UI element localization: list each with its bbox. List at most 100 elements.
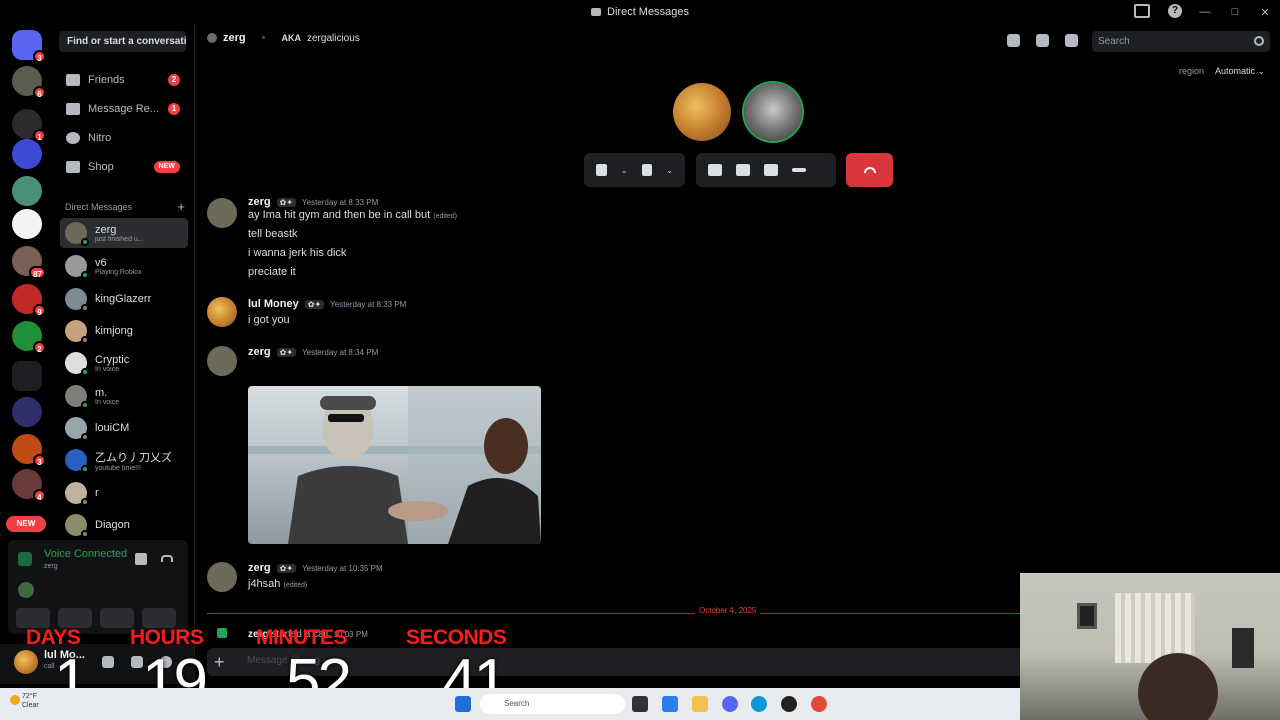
weather-sun-icon: [10, 695, 20, 705]
mute-microphone-icon[interactable]: [102, 656, 114, 668]
disconnect-icon[interactable]: [161, 555, 173, 562]
folder-icon[interactable]: [12, 361, 42, 391]
call-participant-avatar-lul-money[interactable]: [673, 83, 731, 141]
pinned-messages-icon[interactable]: [1007, 34, 1020, 47]
camera-options-chevron-icon[interactable]: ⌄: [666, 166, 673, 175]
mic-options-chevron-icon[interactable]: ⌄: [621, 166, 628, 175]
server-mention-badge: 6: [33, 86, 46, 99]
dm-item[interactable]: m. In voice: [60, 381, 188, 411]
dm-item[interactable]: louiCM: [60, 413, 188, 443]
screen-share-button[interactable]: [58, 608, 92, 628]
server-icon[interactable]: 6: [12, 66, 46, 99]
dm-item[interactable]: kimjong: [60, 316, 188, 346]
message-avatar[interactable]: [207, 346, 237, 376]
header-separator: •: [261, 32, 266, 44]
activities-icon[interactable]: [736, 164, 750, 176]
nav-nitro[interactable]: Nitro: [60, 125, 186, 151]
message-author[interactable]: zerg: [248, 346, 271, 358]
activity-button[interactable]: [100, 608, 134, 628]
noise-suppression-icon[interactable]: [135, 553, 147, 565]
find-conversation-button[interactable]: Find or start a conversation: [59, 31, 186, 52]
dm-name: r: [95, 487, 99, 499]
help-icon[interactable]: ?: [1168, 4, 1182, 18]
soundboard-icon[interactable]: [764, 164, 778, 176]
nav-shop-label: Shop: [88, 161, 114, 173]
store-icon[interactable]: [662, 696, 678, 712]
discord-home-icon[interactable]: 3: [12, 30, 46, 63]
header-actions: [1007, 34, 1078, 47]
friends-count-badge: 2: [168, 74, 180, 86]
more-options-icon[interactable]: [792, 168, 806, 172]
file-explorer-icon[interactable]: [692, 696, 708, 712]
app-icon[interactable]: [781, 696, 797, 712]
signal-icon[interactable]: [18, 552, 32, 566]
search-icon: [1254, 36, 1264, 46]
dm-text: zerg just finished u...: [95, 224, 144, 243]
task-view-icon[interactable]: [632, 696, 648, 712]
create-dm-plus-icon[interactable]: +: [177, 200, 185, 213]
shop-icon: [66, 161, 80, 173]
minimize-button[interactable]: —: [1190, 6, 1220, 18]
message-author[interactable]: zerg: [248, 196, 271, 208]
server-icon[interactable]: 3: [12, 434, 46, 467]
nav-message-requests[interactable]: Message Re... 1: [60, 96, 186, 122]
user-profile-icon[interactable]: [1065, 34, 1078, 47]
server-icon[interactable]: 9: [12, 284, 46, 317]
inbox-icon[interactable]: [1134, 4, 1150, 18]
add-friends-to-dm-icon[interactable]: [1036, 34, 1049, 47]
recipient-name[interactable]: zerg: [223, 32, 246, 44]
dm-status: youtube time!!!: [95, 464, 141, 472]
screen-share-icon[interactable]: [708, 164, 722, 176]
user-status: call: [44, 663, 55, 670]
dm-item[interactable]: Cryptic In voice: [60, 348, 188, 378]
region-select[interactable]: Automatic ⌄: [1215, 66, 1265, 77]
maximize-button[interactable]: □: [1220, 6, 1250, 18]
dm-item[interactable]: 乙ムり丿刀乂ズ youtube time!!!: [60, 445, 188, 475]
camera-off-icon[interactable]: [641, 164, 653, 176]
nav-friends[interactable]: Friends 2: [60, 67, 186, 93]
server-icon[interactable]: [12, 176, 42, 206]
nav-shop[interactable]: Shop NEW: [60, 154, 186, 180]
taskbar-search[interactable]: Search: [480, 694, 625, 714]
message-avatar[interactable]: [207, 562, 237, 592]
server-icon[interactable]: 1: [12, 109, 46, 142]
server-icon[interactable]: 4: [12, 469, 46, 502]
dm-item[interactable]: kingGlazerr: [60, 284, 188, 314]
dm-item[interactable]: r: [60, 478, 188, 508]
server-icon[interactable]: [12, 139, 42, 169]
microphone-icon[interactable]: [596, 164, 607, 176]
dm-item[interactable]: v6 Playing Roblox: [60, 251, 188, 281]
hangup-icon: [863, 167, 876, 173]
call-participant-avatar-zerg[interactable]: [744, 83, 802, 141]
dm-name: louiCM: [95, 422, 130, 434]
message-avatar[interactable]: [207, 198, 237, 228]
dm-item[interactable]: zerg just finished u...: [60, 218, 188, 248]
start-menu-icon[interactable]: [455, 696, 471, 712]
edge-browser-icon[interactable]: [751, 696, 767, 712]
message-avatar[interactable]: [207, 297, 237, 327]
add-attachment-plus-icon[interactable]: +: [214, 652, 225, 673]
chrome-browser-icon[interactable]: [811, 696, 827, 712]
gif-attachment[interactable]: [248, 386, 541, 544]
presence-dot: [81, 465, 89, 473]
server-icon[interactable]: [12, 397, 42, 427]
header-search-input[interactable]: Search: [1092, 31, 1270, 52]
nav-message-requests-label: Message Re...: [88, 103, 159, 115]
server-icon[interactable]: [12, 209, 42, 239]
close-button[interactable]: ✕: [1250, 6, 1280, 19]
dm-avatar: [65, 288, 89, 312]
soundboard-button[interactable]: [142, 608, 176, 628]
video-button[interactable]: [16, 608, 50, 628]
new-servers-pill[interactable]: NEW: [6, 516, 46, 532]
dm-item[interactable]: Diagon: [60, 510, 188, 540]
server-icon[interactable]: 2: [12, 321, 46, 354]
message-author[interactable]: zerg: [248, 562, 271, 574]
dm-name: 乙ムり丿刀乂ズ: [95, 451, 172, 464]
user-avatar[interactable]: [14, 650, 38, 674]
message-author[interactable]: lul Money: [248, 298, 299, 310]
weather-widget[interactable]: 72°F Clear: [10, 692, 39, 710]
voice-connected-channel[interactable]: zerg: [44, 563, 58, 570]
discord-taskbar-icon[interactable]: [722, 696, 738, 712]
server-icon[interactable]: 87: [12, 246, 46, 279]
leave-call-button[interactable]: [846, 153, 893, 187]
